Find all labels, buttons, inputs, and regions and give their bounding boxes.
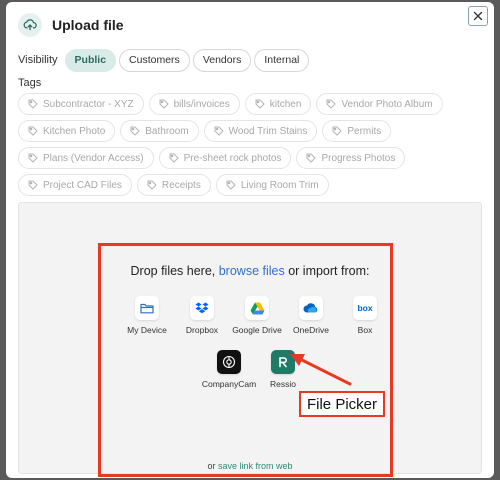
tag-icon	[169, 153, 184, 163]
visibility-option-vendors[interactable]: Vendors	[192, 48, 252, 72]
tag-chip[interactable]: Kitchen Photo	[18, 120, 116, 142]
tag-icon	[28, 99, 43, 109]
tag-icon	[332, 126, 347, 136]
visibility-label: Visibility	[18, 54, 58, 66]
tag-label: bills/invoices	[173, 98, 230, 110]
tag-icon	[159, 99, 174, 109]
tag-icon	[326, 99, 341, 109]
tag-chip[interactable]: Bathroom	[120, 120, 199, 142]
tag-label: Receipts	[161, 179, 201, 191]
tag-chip[interactable]: kitchen	[244, 93, 312, 115]
tag-chip[interactable]: Project CAD Files	[18, 174, 132, 196]
tag-label: Living Room Trim	[240, 179, 319, 191]
visibility-option-internal[interactable]: Internal	[254, 48, 310, 72]
visibility-option-public[interactable]: Public	[64, 48, 117, 72]
tag-icon	[306, 153, 321, 163]
tag-label: kitchen	[269, 98, 302, 110]
tag-icon	[214, 126, 229, 136]
tag-chip[interactable]: Vendor Photo Album	[316, 93, 443, 115]
tag-label: Pre-sheet rock photos	[183, 152, 282, 164]
tag-icon	[255, 99, 270, 109]
annotation-arrow	[290, 354, 352, 386]
tag-icon	[130, 126, 145, 136]
tag-label: Plans (Vendor Access)	[43, 152, 144, 164]
tag-list: Subcontractor - XYZ bills/invoices kitchen…	[18, 93, 478, 196]
tag-label: Progress Photos	[321, 152, 396, 164]
cloud-upload-icon	[18, 13, 42, 37]
close-button[interactable]	[468, 6, 488, 26]
tag-chip[interactable]: Pre-sheet rock photos	[158, 147, 292, 169]
visibility-row: Visibility Public Customers Vendors Inte…	[18, 48, 310, 72]
visibility-option-customers[interactable]: Customers	[119, 48, 190, 72]
tag-label: Subcontractor - XYZ	[43, 98, 134, 110]
file-picker-callout: File Picker	[299, 391, 385, 417]
tag-label: Project CAD Files	[43, 179, 122, 191]
close-icon	[473, 11, 483, 21]
tag-chip[interactable]: Plans (Vendor Access)	[18, 147, 154, 169]
tag-icon	[28, 153, 43, 163]
tag-chip[interactable]: Wood Trim Stains	[203, 120, 318, 142]
tag-icon	[28, 126, 43, 136]
tag-chip[interactable]: Living Room Trim	[215, 174, 329, 196]
tag-label: Vendor Photo Album	[341, 98, 433, 110]
tag-icon	[28, 180, 43, 190]
tag-chip[interactable]: Permits	[322, 120, 392, 142]
tag-label: Permits	[347, 125, 382, 137]
tag-label: Wood Trim Stains	[228, 125, 308, 137]
tag-icon	[147, 180, 162, 190]
tag-label: Kitchen Photo	[43, 125, 106, 137]
tag-label: Bathroom	[145, 125, 189, 137]
modal-header: Upload file	[18, 12, 124, 38]
modal-title: Upload file	[52, 17, 124, 33]
tag-chip[interactable]: Subcontractor - XYZ	[18, 93, 144, 115]
tag-chip[interactable]: bills/invoices	[148, 93, 240, 115]
tag-icon	[226, 180, 241, 190]
tags-label: Tags	[18, 77, 42, 89]
tag-chip[interactable]: Progress Photos	[296, 147, 406, 169]
tag-chip[interactable]: Receipts	[136, 174, 211, 196]
